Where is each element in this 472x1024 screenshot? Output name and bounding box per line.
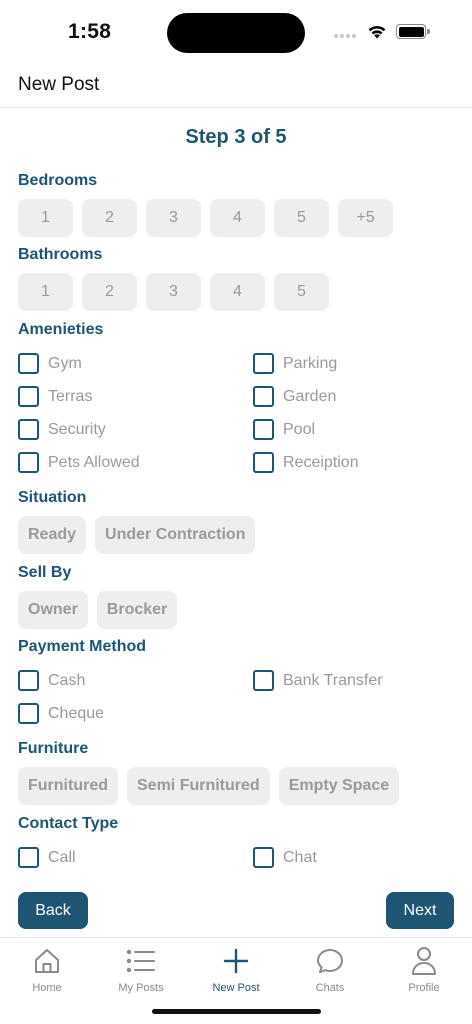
bedrooms-option-5[interactable]: 5 [274, 199, 329, 237]
tab-home-label: Home [32, 982, 62, 994]
home-indicator [152, 1009, 321, 1014]
contact-type-label: Contact Type [18, 815, 119, 832]
situation-option-ready[interactable]: Ready [18, 516, 87, 554]
amenity-pool-label: Pool [283, 420, 316, 438]
bathrooms-option-1[interactable]: 1 [18, 273, 73, 311]
bedrooms-option-1[interactable]: 1 [18, 199, 73, 237]
tab-profile[interactable]: Profile [377, 944, 471, 994]
furniture-options: Furnitured Semi Furnitured Empty Space [18, 767, 400, 805]
amenity-security-label: Security [48, 420, 106, 438]
nav-header: New Post [0, 64, 472, 108]
bedrooms-options: 1 2 3 4 5 +5 [18, 199, 393, 237]
amenity-reception-label: Receiption [283, 453, 359, 471]
checkbox-box[interactable] [253, 670, 274, 691]
contact-call-checkbox[interactable]: Call [18, 847, 76, 868]
amenity-garden-checkbox[interactable]: Garden [253, 386, 336, 407]
amenities-label: Amenieties [18, 321, 104, 338]
checkbox-box[interactable] [18, 703, 39, 724]
checkbox-box[interactable] [253, 353, 274, 374]
bedrooms-label: Bedrooms [18, 172, 98, 189]
battery-icon [396, 24, 430, 39]
status-time: 1:58 [68, 20, 112, 43]
plus-icon [219, 944, 253, 978]
bathrooms-option-5[interactable]: 5 [274, 273, 329, 311]
furniture-option-empty-space[interactable]: Empty Space [278, 767, 400, 805]
payment-cash-checkbox[interactable]: Cash [18, 670, 85, 691]
amenity-parking-checkbox[interactable]: Parking [253, 353, 337, 374]
next-button[interactable]: Next [386, 892, 454, 929]
bedrooms-option-4[interactable]: 4 [210, 199, 265, 237]
tab-new-post[interactable]: New Post [189, 944, 283, 994]
tab-my-posts-label: My Posts [118, 982, 164, 994]
bathrooms-options: 1 2 3 4 5 [18, 273, 329, 311]
checkbox-box[interactable] [18, 386, 39, 407]
checkbox-box[interactable] [253, 386, 274, 407]
amenity-terras-label: Terras [48, 387, 93, 405]
tab-chats-label: Chats [315, 982, 345, 994]
checkbox-box[interactable] [18, 847, 39, 868]
payment-bank-transfer-checkbox[interactable]: Bank Transfer [253, 670, 383, 691]
payment-cash-label: Cash [48, 671, 86, 689]
bathrooms-option-3[interactable]: 3 [146, 273, 201, 311]
payment-cheque-checkbox[interactable]: Cheque [18, 703, 104, 724]
chat-bubble-icon [313, 944, 347, 978]
tab-home[interactable]: Home [0, 944, 94, 994]
bedrooms-option-3[interactable]: 3 [146, 199, 201, 237]
wifi-icon [368, 25, 386, 39]
home-icon [30, 944, 64, 978]
amenity-pets-allowed-label: Pets Allowed [48, 453, 140, 471]
checkbox-box[interactable] [18, 419, 39, 440]
furniture-label: Furniture [18, 740, 89, 757]
checkbox-box[interactable] [253, 419, 274, 440]
bathrooms-option-2[interactable]: 2 [82, 273, 137, 311]
tab-new-post-label: New Post [212, 982, 260, 994]
tab-chats[interactable]: Chats [283, 944, 377, 994]
tab-profile-label: Profile [408, 982, 440, 994]
checkbox-box[interactable] [253, 452, 274, 473]
amenity-gym-checkbox[interactable]: Gym [18, 353, 82, 374]
amenity-security-checkbox[interactable]: Security [18, 419, 106, 440]
dynamic-island [167, 13, 305, 53]
list-icon [124, 944, 158, 978]
payment-cheque-label: Cheque [48, 704, 105, 722]
situation-label: Situation [18, 489, 87, 506]
amenity-reception-checkbox[interactable]: Receiption [253, 452, 359, 473]
bedrooms-option-5-plus[interactable]: +5 [338, 199, 393, 237]
situation-option-under-construction[interactable]: Under Contraction [95, 516, 256, 554]
person-icon [407, 944, 441, 978]
tab-my-posts[interactable]: My Posts [94, 944, 188, 994]
amenity-garden-label: Garden [283, 387, 337, 405]
contact-chat-checkbox[interactable]: Chat [253, 847, 317, 868]
checkbox-box[interactable] [253, 847, 274, 868]
checkbox-box[interactable] [18, 353, 39, 374]
sell-by-label: Sell By [18, 564, 72, 581]
contact-call-label: Call [48, 848, 76, 866]
amenity-parking-label: Parking [283, 354, 338, 372]
bedrooms-option-2[interactable]: 2 [82, 199, 137, 237]
checkbox-box[interactable] [18, 670, 39, 691]
amenity-pool-checkbox[interactable]: Pool [253, 419, 315, 440]
sell-by-option-owner[interactable]: Owner [18, 591, 88, 629]
payment-method-label: Payment Method [18, 638, 147, 655]
sell-by-option-broker[interactable]: Brocker [96, 591, 178, 629]
checkbox-box[interactable] [18, 452, 39, 473]
sell-by-options: Owner Brocker [18, 591, 178, 629]
furniture-option-furnitured[interactable]: Furnitured [18, 767, 118, 805]
page-title: New Post [18, 74, 100, 95]
status-bar: 1:58 [0, 0, 472, 64]
amenity-terras-checkbox[interactable]: Terras [18, 386, 92, 407]
payment-bank-transfer-label: Bank Transfer [283, 671, 383, 689]
cellular-signal-icon [334, 34, 356, 38]
bathrooms-label: Bathrooms [18, 246, 103, 263]
furniture-option-semi-furnitured[interactable]: Semi Furnitured [127, 767, 270, 805]
amenity-gym-label: Gym [48, 354, 82, 372]
contact-chat-label: Chat [283, 848, 317, 866]
amenity-pets-allowed-checkbox[interactable]: Pets Allowed [18, 452, 140, 473]
back-button[interactable]: Back [18, 892, 88, 929]
step-indicator: Step 3 of 5 [185, 126, 287, 148]
situation-options: Ready Under Contraction [18, 516, 256, 554]
bathrooms-option-4[interactable]: 4 [210, 273, 265, 311]
